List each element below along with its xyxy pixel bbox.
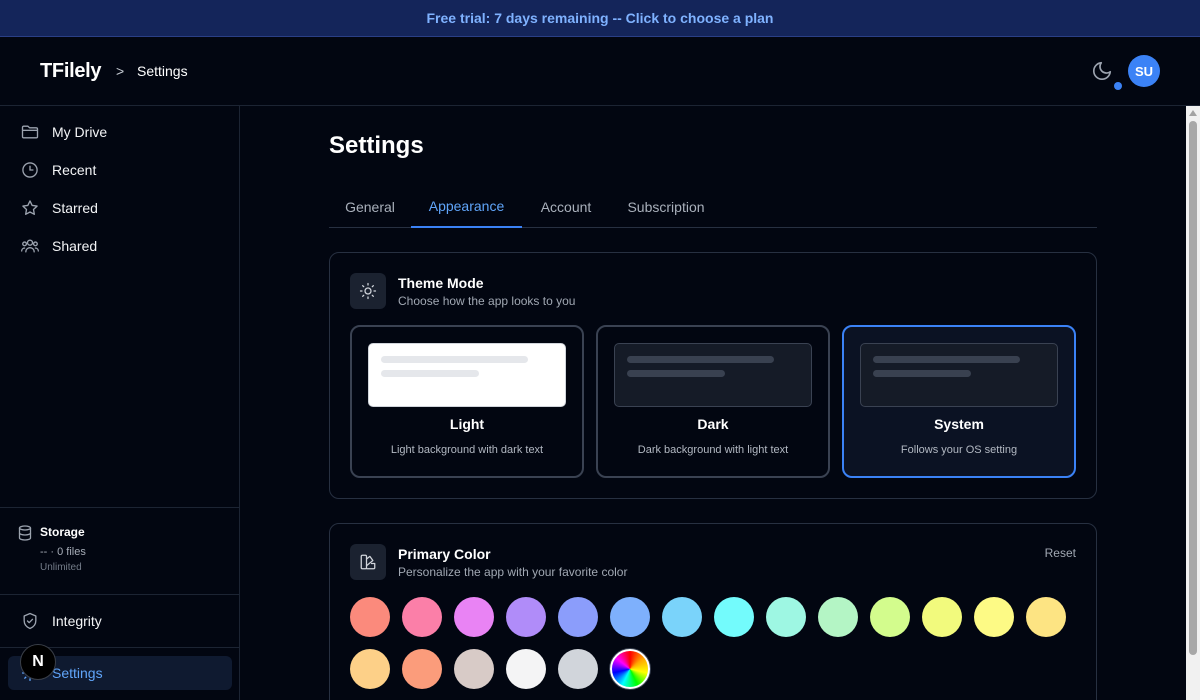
breadcrumb-separator: > xyxy=(116,63,125,79)
scroll-up-arrow[interactable] xyxy=(1189,110,1197,116)
sidebar-item-label: Shared xyxy=(52,238,98,254)
color-swatch[interactable] xyxy=(350,649,390,689)
color-swatch[interactable] xyxy=(870,597,910,637)
custom-color-picker[interactable] xyxy=(610,649,650,689)
theme-option-desc: Follows your OS setting xyxy=(900,444,1018,456)
scrollbar[interactable] xyxy=(1186,106,1200,700)
theme-mode-card: Theme Mode Choose how the app looks to y… xyxy=(329,252,1097,499)
primary-color-card: Primary Color Personalize the app with y… xyxy=(329,523,1097,700)
theme-mode-title: Theme Mode xyxy=(398,275,484,291)
color-swatch[interactable] xyxy=(766,597,806,637)
color-swatch[interactable] xyxy=(454,597,494,637)
theme-option-desc: Light background with dark text xyxy=(390,444,544,456)
color-swatch[interactable] xyxy=(506,649,546,689)
color-swatch[interactable] xyxy=(610,597,650,637)
color-swatch[interactable] xyxy=(558,597,598,637)
tab-general[interactable]: General xyxy=(329,186,411,227)
sidebar-item-shared[interactable]: Shared xyxy=(8,229,232,263)
folder-icon xyxy=(21,125,39,139)
color-swatch[interactable] xyxy=(714,597,754,637)
theme-option-name: Light xyxy=(449,416,485,432)
preview-line xyxy=(627,356,774,363)
theme-option-name: Dark xyxy=(697,416,729,432)
sidebar-divider xyxy=(0,594,239,595)
clock-icon xyxy=(22,162,38,178)
tab-account[interactable]: Account xyxy=(522,186,610,227)
sun-icon xyxy=(350,273,386,309)
preview-line xyxy=(873,356,1020,363)
color-swatch[interactable] xyxy=(402,649,442,689)
color-swatch[interactable] xyxy=(454,649,494,689)
shield-check-icon xyxy=(23,612,37,630)
app-header: TFilely > Settings SU xyxy=(0,37,1200,106)
color-swatch[interactable] xyxy=(662,597,702,637)
color-swatch[interactable] xyxy=(818,597,858,637)
free-trial-text: Free trial: 7 days remaining -- Click to… xyxy=(426,10,774,26)
theme-preview xyxy=(614,343,812,407)
brand-logo[interactable]: TFilely xyxy=(40,60,102,83)
preview-line xyxy=(627,370,725,377)
primary-color-subtitle: Personalize the app with your favorite c… xyxy=(398,565,628,579)
storage-limit: Unlimited xyxy=(40,562,82,573)
theme-preview xyxy=(860,343,1058,407)
settings-tabs: General Appearance Account Subscription xyxy=(329,186,1097,228)
preview-line xyxy=(873,370,971,377)
page-title: Settings xyxy=(329,132,424,159)
theme-mode-subtitle: Choose how the app looks to you xyxy=(398,294,576,308)
sidebar-item-starred[interactable]: Starred xyxy=(8,191,232,225)
primary-color-title: Primary Color xyxy=(398,546,491,562)
sidebar-item-label: Integrity xyxy=(52,613,102,629)
theme-option-system[interactable]: System Follows your OS setting xyxy=(842,325,1076,478)
color-swatch[interactable] xyxy=(974,597,1014,637)
reset-color-button[interactable]: Reset xyxy=(1045,546,1076,560)
sidebar-divider xyxy=(0,507,239,508)
preview-line xyxy=(381,370,479,377)
theme-option-light[interactable]: Light Light background with dark text xyxy=(350,325,584,478)
color-swatch[interactable] xyxy=(922,597,962,637)
theme-option-desc: Dark background with light text xyxy=(637,444,789,456)
sidebar-item-integrity[interactable]: Integrity xyxy=(8,604,232,638)
tab-appearance[interactable]: Appearance xyxy=(411,186,522,228)
notification-dot xyxy=(1114,82,1122,90)
user-avatar[interactable]: SU xyxy=(1128,55,1160,87)
preview-line xyxy=(381,356,528,363)
database-icon xyxy=(18,525,32,541)
nextjs-dev-badge[interactable]: N xyxy=(20,644,56,680)
free-trial-banner[interactable]: Free trial: 7 days remaining -- Click to… xyxy=(0,0,1200,37)
sidebar-item-label: Starred xyxy=(52,200,98,216)
theme-option-dark[interactable]: Dark Dark background with light text xyxy=(596,325,830,478)
sidebar-item-label: My Drive xyxy=(52,124,108,140)
sidebar-item-label: Recent xyxy=(52,162,97,178)
theme-preview xyxy=(368,343,566,407)
main-content: Settings General Appearance Account Subs… xyxy=(241,106,1186,700)
storage-title: Storage xyxy=(40,525,85,539)
sidebar-item-label: Settings xyxy=(52,665,103,681)
color-swatch[interactable] xyxy=(402,597,442,637)
sidebar: My Drive Recent Starred Shared Storage -… xyxy=(0,106,240,700)
tab-subscription[interactable]: Subscription xyxy=(610,186,722,227)
sidebar-item-my-drive[interactable]: My Drive xyxy=(8,115,232,149)
star-icon xyxy=(22,200,38,215)
color-swatch[interactable] xyxy=(350,597,390,637)
breadcrumb-current: Settings xyxy=(137,63,188,79)
color-swatch[interactable] xyxy=(506,597,546,637)
scroll-thumb[interactable] xyxy=(1189,121,1197,655)
moon-icon[interactable] xyxy=(1091,60,1113,82)
color-swatch[interactable] xyxy=(558,649,598,689)
sidebar-item-recent[interactable]: Recent xyxy=(8,153,232,187)
users-icon xyxy=(21,239,39,253)
color-swatch[interactable] xyxy=(1026,597,1066,637)
palette-icon xyxy=(350,544,386,580)
theme-option-name: System xyxy=(934,416,984,432)
storage-files: -- · 0 files xyxy=(40,546,86,558)
